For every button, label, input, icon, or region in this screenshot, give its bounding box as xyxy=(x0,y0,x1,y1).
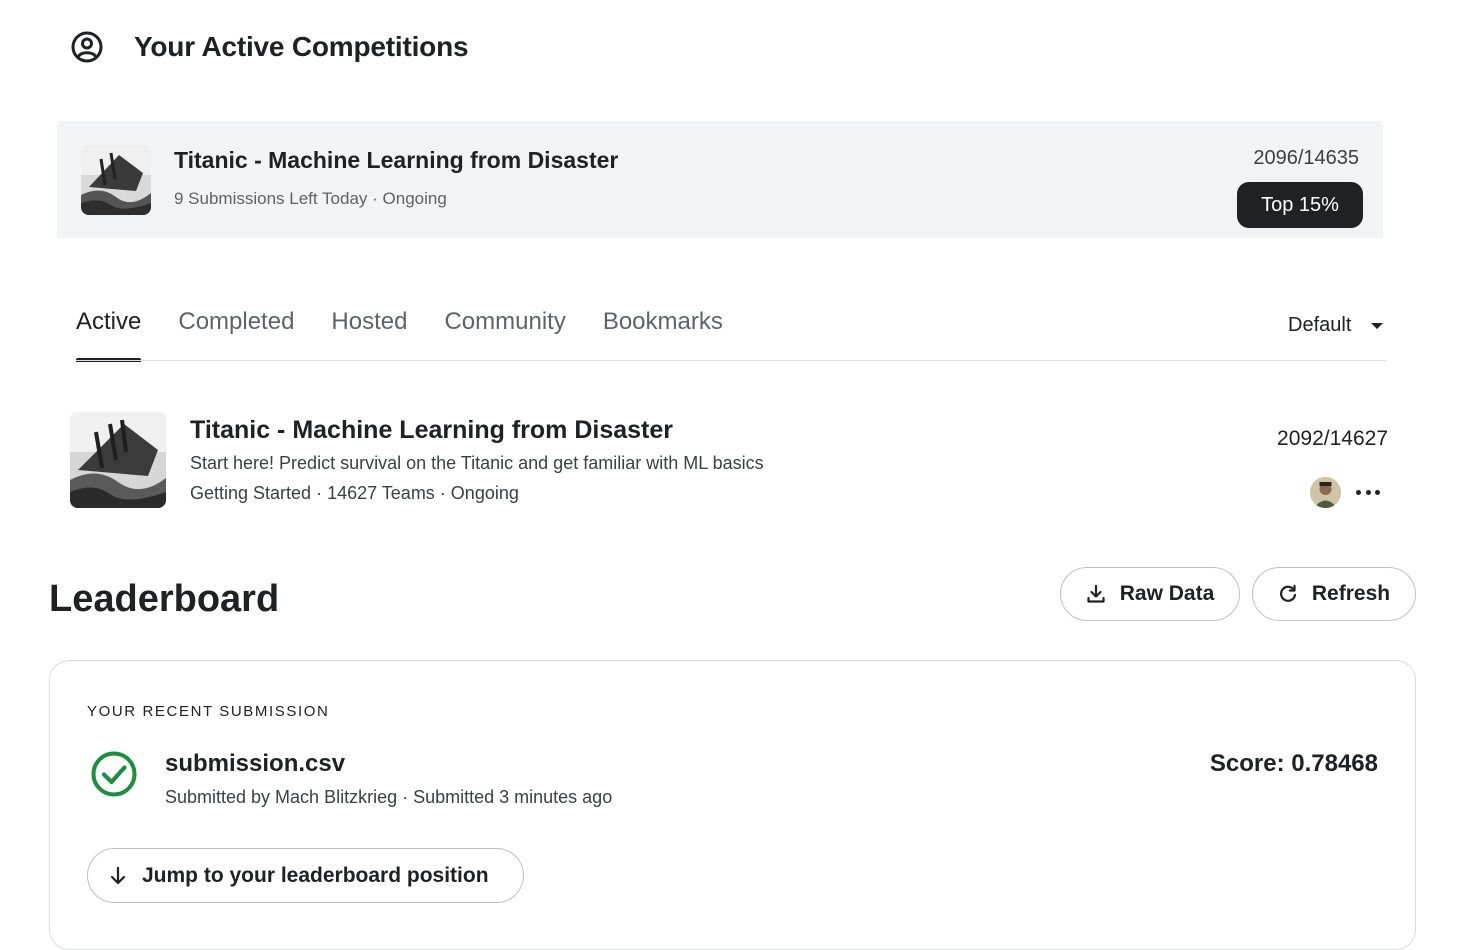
sort-dropdown-label: Default xyxy=(1288,314,1352,336)
competition-subtitle: 9 Submissions Left Today · Ongoing xyxy=(174,189,447,208)
leaderboard-title: Leaderboard xyxy=(49,578,280,620)
raw-data-label: Raw Data xyxy=(1119,582,1215,605)
competition-title[interactable]: Titanic - Machine Learning from Disaster xyxy=(174,147,618,174)
arrow-down-icon xyxy=(110,866,126,884)
tab-hosted[interactable]: Hosted xyxy=(331,308,407,362)
rank-badge: Top 15% xyxy=(1237,182,1363,228)
download-icon xyxy=(1087,584,1105,603)
avatar[interactable] xyxy=(1310,477,1341,508)
competition-meta: Getting Started · 14627 Teams · Ongoing xyxy=(190,483,519,503)
sort-dropdown[interactable]: Default xyxy=(1288,314,1384,337)
section-label: YOUR RECENT SUBMISSION xyxy=(87,703,330,720)
active-competition-card[interactable]: Titanic - Machine Learning from Disaster… xyxy=(57,121,1383,238)
submission-filename[interactable]: submission.csv xyxy=(165,750,345,778)
tab-bookmarks[interactable]: Bookmarks xyxy=(603,308,723,362)
submission-score: Score: 0.78468 xyxy=(1209,750,1378,777)
competition-thumbnail xyxy=(81,145,151,215)
jump-label: Jump to your leaderboard position xyxy=(142,863,489,887)
competition-rank: 2092/14627 xyxy=(1277,427,1388,450)
more-options-icon[interactable] xyxy=(1356,478,1380,506)
user-circle-icon xyxy=(71,31,103,63)
competition-description: Start here! Predict survival on the Tita… xyxy=(190,453,764,473)
competition-rank: 2096/14635 xyxy=(1253,147,1359,169)
tab-completed[interactable]: Completed xyxy=(178,308,294,362)
refresh-icon xyxy=(1279,584,1296,602)
refresh-label: Refresh xyxy=(1311,582,1391,605)
recent-submission-card: YOUR RECENT SUBMISSION submission.csv Su… xyxy=(49,660,1416,950)
section-header: Your Active Competitions xyxy=(70,28,469,66)
caret-down-icon xyxy=(1371,322,1384,329)
check-circle-icon xyxy=(91,751,137,797)
tabs-divider xyxy=(76,360,1386,361)
list-item[interactable]: Titanic - Machine Learning from Disaster… xyxy=(70,412,1390,512)
refresh-button[interactable]: Refresh xyxy=(1252,567,1416,621)
tab-community[interactable]: Community xyxy=(444,308,565,362)
jump-to-position-button[interactable]: Jump to your leaderboard position xyxy=(87,848,524,903)
raw-data-button[interactable]: Raw Data xyxy=(1060,567,1240,621)
page-title: Your Active Competitions xyxy=(134,31,469,62)
tab-active[interactable]: Active xyxy=(76,308,142,362)
competition-title[interactable]: Titanic - Machine Learning from Disaster xyxy=(190,416,673,445)
competition-tabs: Active Completed Hosted Community Bookma… xyxy=(76,308,760,362)
submission-details: Submitted by Mach Blitzkrieg · Submitted… xyxy=(165,787,613,807)
competition-thumbnail xyxy=(70,412,166,508)
